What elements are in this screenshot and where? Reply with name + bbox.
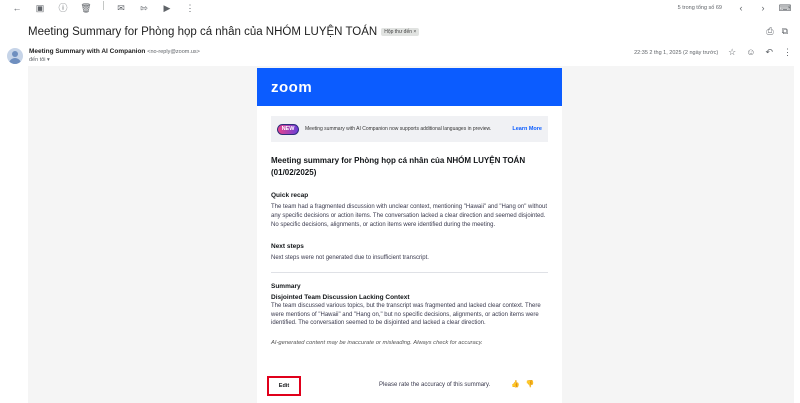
next-steps-text: Next steps were not generated due to ins… [271, 255, 429, 262]
keyboard-icon[interactable]: ⌨ [776, 1, 794, 15]
email-body-background: zoom NEW Meeting summary with AI Compani… [28, 66, 794, 403]
quick-recap-text: The team had a fragmented discussion wit… [271, 204, 548, 228]
sender-row: Meeting Summary with AI Companion <no-re… [29, 48, 200, 55]
sender-avatar [7, 48, 23, 64]
move-icon[interactable]: ⇰ [135, 1, 153, 15]
message-meta: 22:35 2 thg 1, 2025 (2 ngày trước) ☆ ☺ ↶… [634, 48, 792, 57]
section-divider [271, 271, 548, 273]
quick-recap-heading: Quick recap [271, 192, 309, 200]
subject-row: Meeting Summary for Phòng họp cá nhân củ… [28, 24, 792, 40]
mark-unread-icon[interactable]: ✉ [112, 1, 130, 15]
pager-text: 5 trong tổng số 69 [677, 5, 722, 11]
open-new-window-icon[interactable]: ⧉ [782, 26, 788, 37]
sender-email: <no-reply@zoom.us> [147, 49, 200, 55]
summary-text: The team discussed various topics, but t… [271, 302, 541, 327]
sender-name[interactable]: Meeting Summary with AI Companion [29, 48, 145, 55]
email-toolbar: ← ▣ ⓘ 🗑 ✉ ⇰ ▶ ⋮ 5 trong tổng số 69 ‹ › ⌨ [0, 0, 800, 16]
summary-section: Summary Disjointed Team Discussion Lacki… [271, 283, 548, 328]
toolbar-divider [103, 1, 104, 10]
feedback-row: Edit Please rate the accuracy of this su… [257, 376, 562, 398]
next-steps-section: Next steps Next steps were not generated… [271, 243, 548, 263]
more-options-icon[interactable]: ⋮ [783, 48, 792, 57]
zoom-summary-card: zoom NEW Meeting summary with AI Compani… [257, 68, 562, 403]
new-badge: NEW [277, 123, 299, 135]
prev-icon[interactable]: ‹ [732, 1, 750, 15]
star-icon[interactable]: ☆ [728, 48, 736, 57]
label-icon[interactable]: ▶ [158, 1, 176, 15]
emoji-react-icon[interactable]: ☺ [746, 48, 755, 57]
recipient-dropdown[interactable]: đến tôi ▾ [29, 57, 50, 63]
message-datetime: 22:35 2 thg 1, 2025 (2 ngày trước) [634, 49, 719, 56]
next-steps-heading: Next steps [271, 243, 304, 251]
email-subject: Meeting Summary for Phòng họp cá nhân củ… [28, 26, 378, 38]
thumbs-up-icon[interactable]: 👍 [511, 380, 520, 388]
summary-heading: Summary [271, 282, 301, 290]
report-icon[interactable]: ⓘ [54, 1, 72, 15]
more-icon[interactable]: ⋮ [181, 1, 199, 15]
rate-accuracy-text: Please rate the accuracy of this summary… [379, 382, 491, 388]
ai-disclaimer: AI-generated content may be inaccurate o… [271, 340, 483, 346]
zoom-logo: zoom [271, 78, 313, 96]
thumbs-down-icon[interactable]: 👎 [526, 380, 535, 388]
archive-icon[interactable]: ▣ [31, 1, 49, 15]
zoom-header: zoom [257, 68, 562, 106]
print-icon[interactable]: ⎙ [766, 26, 773, 37]
summary-content: Meeting summary for Phòng họp cá nhân củ… [257, 155, 562, 346]
summary-title: Meeting summary for Phòng họp cá nhân củ… [271, 156, 526, 177]
edit-button[interactable]: Edit [267, 376, 301, 396]
back-icon[interactable]: ← [8, 1, 26, 15]
gmail-email-view: ← ▣ ⓘ 🗑 ✉ ⇰ ▶ ⋮ 5 trong tổng số 69 ‹ › ⌨… [0, 0, 800, 403]
inbox-label-chip[interactable]: Hộp thư đến × [381, 28, 420, 36]
banner-text: Meeting summary with AI Companion now su… [305, 125, 492, 132]
reply-icon[interactable]: ↶ [765, 48, 773, 57]
learn-more-link[interactable]: Learn More [512, 126, 542, 132]
quick-recap-section: Quick recap The team had a fragmented di… [271, 192, 548, 229]
delete-icon[interactable]: 🗑 [77, 1, 95, 15]
summary-subheading: Disjointed Team Discussion Lacking Conte… [271, 293, 410, 301]
next-icon[interactable]: › [754, 1, 772, 15]
feature-banner: NEW Meeting summary with AI Companion no… [271, 116, 548, 142]
edit-button-label: Edit [278, 383, 290, 389]
